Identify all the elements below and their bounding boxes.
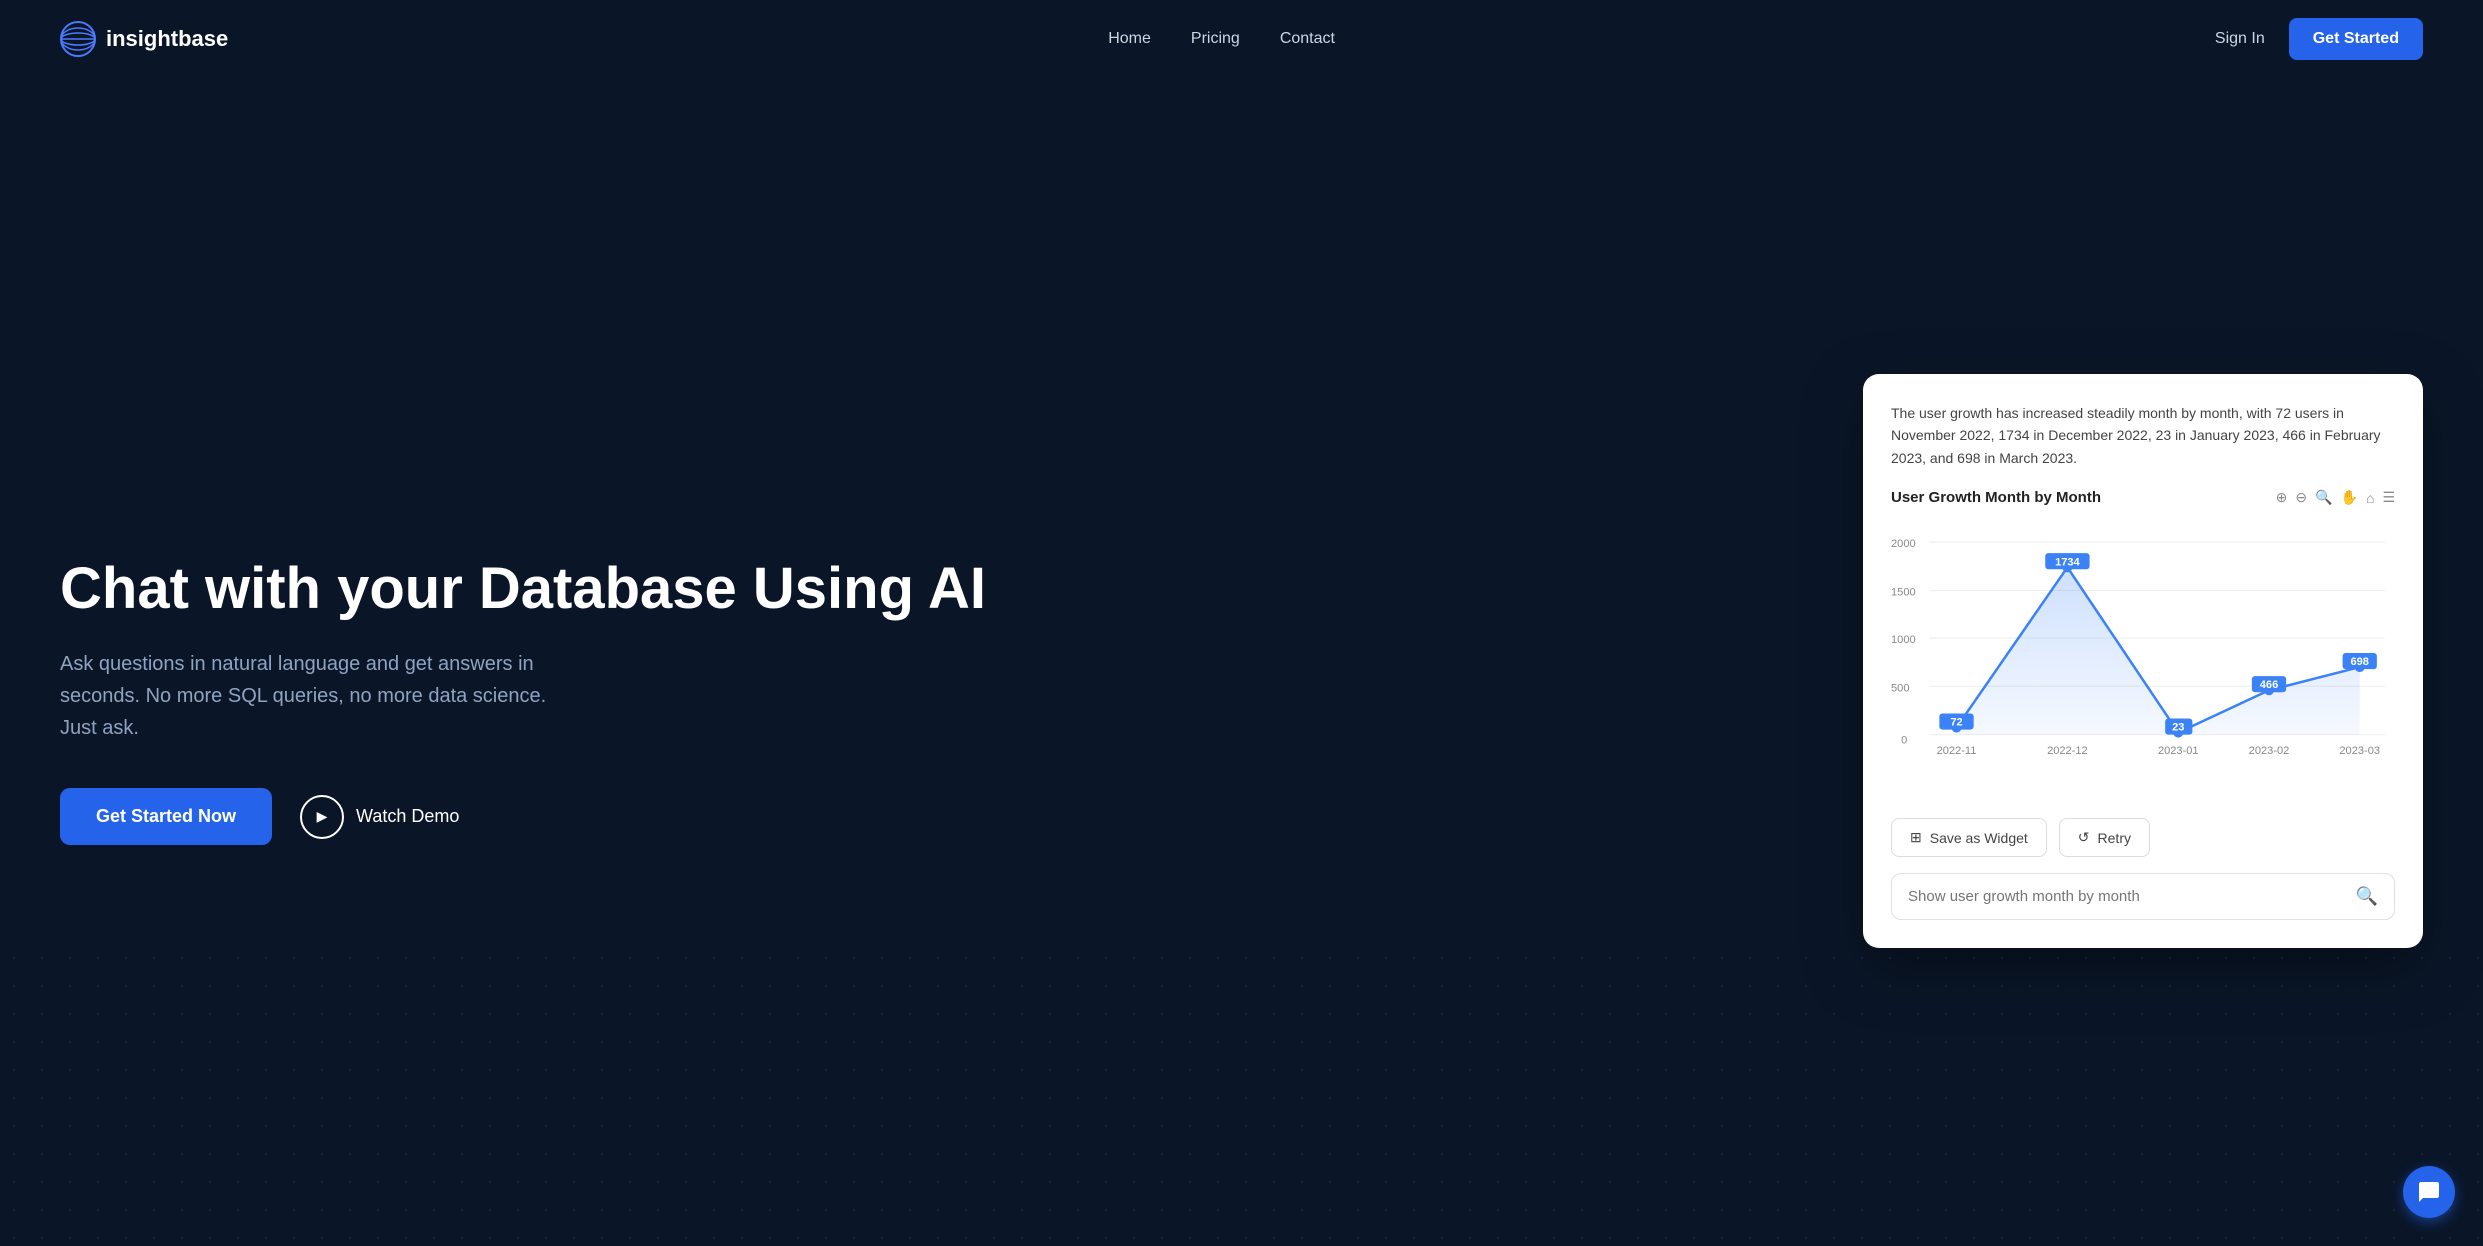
hero-subtitle: Ask questions in natural language and ge… <box>60 648 560 744</box>
save-widget-label: Save as Widget <box>1930 830 2028 846</box>
svg-text:2022-11: 2022-11 <box>1937 745 1977 757</box>
svg-text:698: 698 <box>2350 656 2368 668</box>
retry-label: Retry <box>2098 830 2131 846</box>
nav-home[interactable]: Home <box>1108 30 1151 48</box>
svg-text:2023-02: 2023-02 <box>2249 745 2290 757</box>
chart-action-buttons: ⊞ Save as Widget ↺ Retry <box>1891 818 2395 857</box>
nav-get-started-button[interactable]: Get Started <box>2289 18 2423 60</box>
chart-header: User Growth Month by Month ⊕ ⊖ 🔍 ✋ ⌂ ☰ <box>1891 489 2395 506</box>
logo[interactable]: insightbase <box>60 21 228 57</box>
svg-text:2000: 2000 <box>1891 538 1916 550</box>
svg-text:2023-01: 2023-01 <box>2158 745 2199 757</box>
hero-left: Chat with your Database Using AI Ask que… <box>60 557 1242 846</box>
logo-icon <box>60 21 96 57</box>
svg-text:0: 0 <box>1901 735 1907 747</box>
nav-pricing[interactable]: Pricing <box>1191 30 1240 48</box>
sign-in-link[interactable]: Sign In <box>2215 30 2265 48</box>
search-submit-button[interactable]: 🔍 <box>2356 886 2378 907</box>
nav-contact[interactable]: Contact <box>1280 30 1335 48</box>
svg-text:1000: 1000 <box>1891 634 1916 646</box>
search-chart-icon[interactable]: 🔍 <box>2315 489 2332 506</box>
line-chart: 2000 1500 1000 500 0 <box>1891 518 2395 798</box>
chart-area: 2000 1500 1000 500 0 <box>1891 518 2395 798</box>
watch-demo-button[interactable]: ▶ Watch Demo <box>300 795 459 839</box>
logo-text: insightbase <box>106 26 228 52</box>
search-input[interactable] <box>1908 888 2356 905</box>
svg-text:1734: 1734 <box>2055 556 2080 568</box>
hero-section: Chat with your Database Using AI Ask que… <box>0 78 2483 1244</box>
retry-icon: ↺ <box>2078 829 2090 846</box>
svg-text:500: 500 <box>1891 682 1909 694</box>
chart-title: User Growth Month by Month <box>1891 489 2101 506</box>
svg-text:1500: 1500 <box>1891 587 1916 599</box>
play-circle-icon: ▶ <box>300 795 344 839</box>
zoom-out-icon[interactable]: ⊖ <box>2295 489 2307 506</box>
home-icon[interactable]: ⌂ <box>2366 490 2374 506</box>
widget-icon: ⊞ <box>1910 829 1922 846</box>
svg-text:2022-12: 2022-12 <box>2047 745 2088 757</box>
navbar: insightbase Home Pricing Contact Sign In… <box>0 0 2483 78</box>
menu-icon[interactable]: ☰ <box>2382 489 2395 506</box>
chat-icon <box>2417 1180 2441 1204</box>
zoom-in-icon[interactable]: ⊕ <box>2276 489 2288 506</box>
search-icon: 🔍 <box>2356 886 2378 906</box>
hero-right: The user growth has increased steadily m… <box>1242 374 2424 948</box>
svg-text:23: 23 <box>2172 722 2184 734</box>
hero-buttons: Get Started Now ▶ Watch Demo <box>60 788 1202 845</box>
chart-toolbar: ⊕ ⊖ 🔍 ✋ ⌂ ☰ <box>2276 489 2395 506</box>
chart-card: The user growth has increased steadily m… <box>1863 374 2423 948</box>
watch-demo-label: Watch Demo <box>356 806 459 827</box>
retry-button[interactable]: ↺ Retry <box>2059 818 2150 857</box>
svg-text:2023-03: 2023-03 <box>2339 745 2380 757</box>
svg-text:72: 72 <box>1950 717 1962 729</box>
svg-text:466: 466 <box>2260 679 2278 691</box>
chart-description: The user growth has increased steadily m… <box>1891 402 2395 469</box>
nav-links: Home Pricing Contact <box>1108 30 1335 48</box>
save-as-widget-button[interactable]: ⊞ Save as Widget <box>1891 818 2047 857</box>
hero-title: Chat with your Database Using AI <box>60 557 1202 621</box>
search-bar: 🔍 <box>1891 873 2395 920</box>
nav-right: Sign In Get Started <box>2215 18 2423 60</box>
chat-bubble-button[interactable] <box>2403 1166 2455 1218</box>
pan-icon[interactable]: ✋ <box>2341 489 2358 506</box>
get-started-now-button[interactable]: Get Started Now <box>60 788 272 845</box>
